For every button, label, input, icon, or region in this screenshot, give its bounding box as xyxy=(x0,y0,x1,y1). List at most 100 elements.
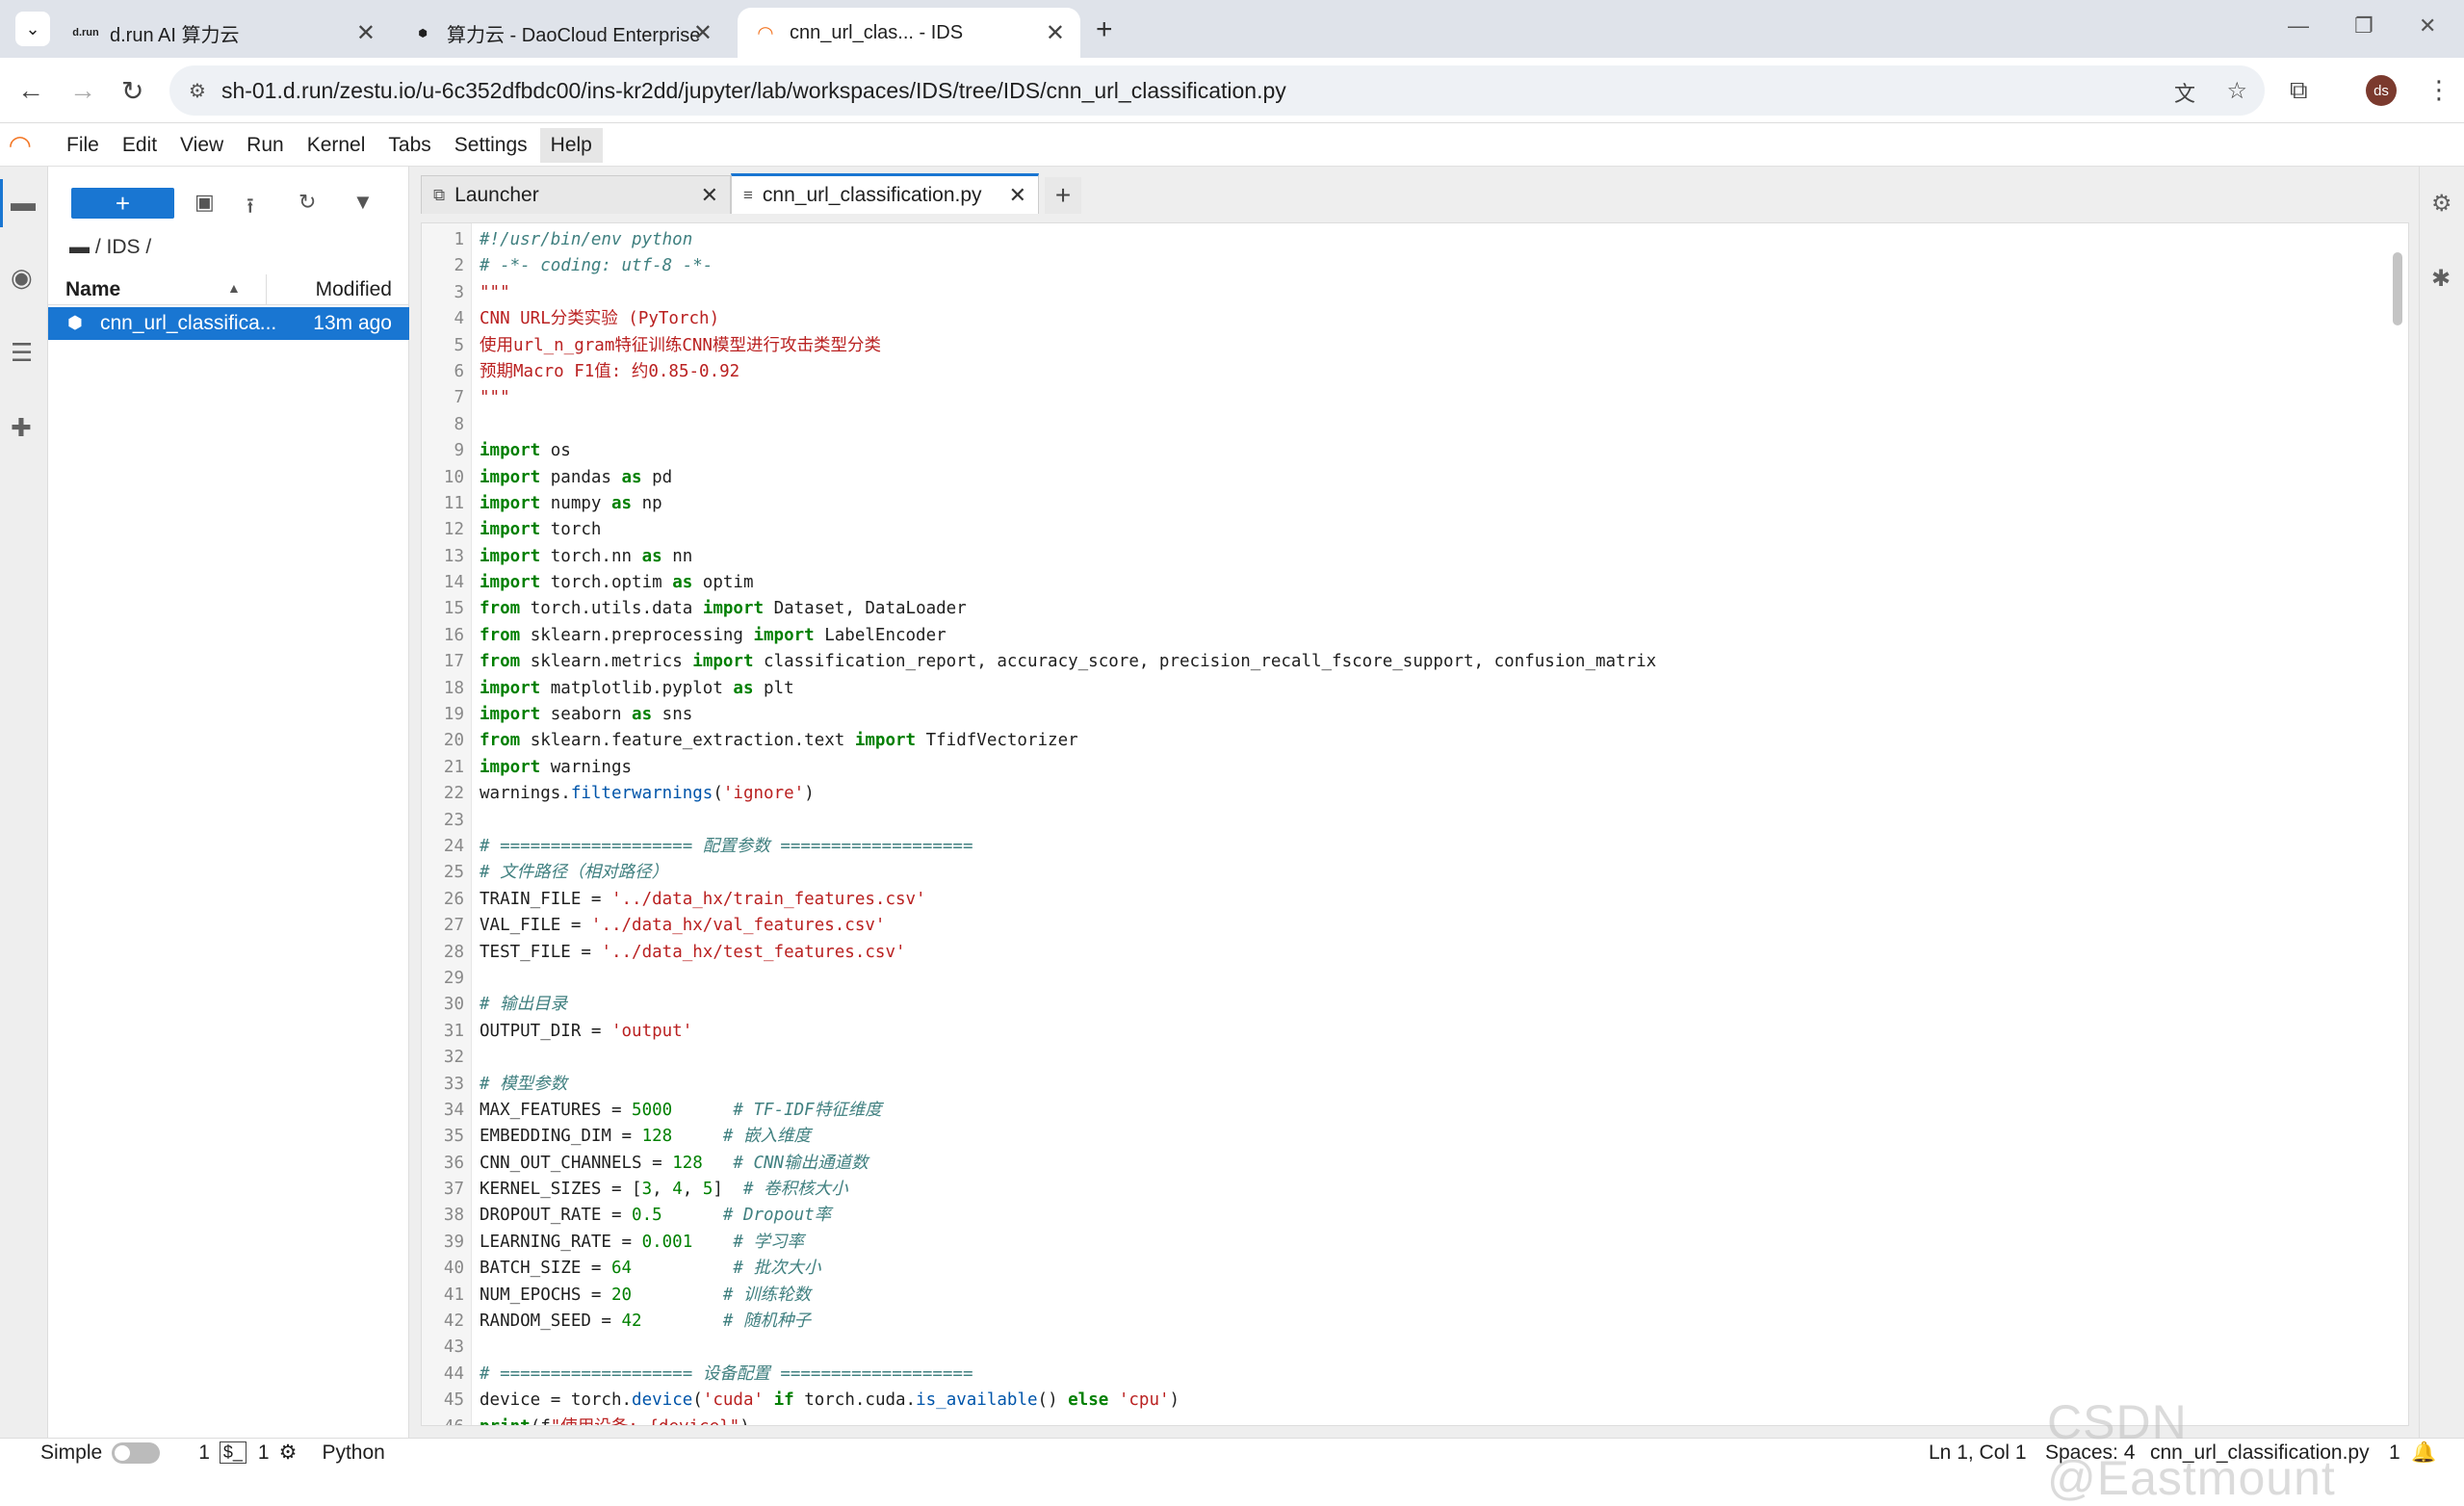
menu-help[interactable]: Help xyxy=(539,127,603,163)
extensions-icon[interactable]: ⧉ xyxy=(2290,75,2308,106)
restore-icon[interactable]: ❐ xyxy=(2354,13,2373,39)
kernel-count[interactable]: 1 xyxy=(258,1441,270,1465)
column-name[interactable]: Name xyxy=(65,278,120,301)
reload-icon[interactable]: ↻ xyxy=(121,75,143,107)
code-line[interactable]: 40 BATCH_SIZE = 64 # 批次大小 xyxy=(422,1256,2405,1282)
language-label[interactable]: Python xyxy=(322,1441,384,1465)
close-tab-icon[interactable]: ✕ xyxy=(701,183,718,208)
code-line[interactable]: 29 xyxy=(422,966,2405,992)
menu-run[interactable]: Run xyxy=(236,128,295,163)
browser-tab-daocloud[interactable]: ⬢ 算力云 - DaoCloud Enterprise ✕ xyxy=(395,8,728,58)
code-line[interactable]: 18 import matplotlib.pyplot as plt xyxy=(422,676,2405,702)
code-line[interactable]: 33 # 模型参数 xyxy=(422,1072,2405,1098)
code-line[interactable]: 10 import pandas as pd xyxy=(422,465,2405,491)
tab-search-button[interactable]: ⌄ xyxy=(15,12,50,46)
code-line[interactable]: 11 import numpy as np xyxy=(422,491,2405,517)
code-line[interactable]: 42 RANDOM_SEED = 42 # 随机种子 xyxy=(422,1309,2405,1335)
simple-mode-toggle[interactable] xyxy=(112,1441,161,1464)
bookmark-star-icon[interactable]: ☆ xyxy=(2226,77,2247,105)
code-line[interactable]: 43 xyxy=(422,1335,2405,1361)
minimize-icon[interactable]: — xyxy=(2288,13,2309,39)
cursor-position[interactable]: Ln 1, Col 1 xyxy=(1929,1441,2027,1465)
window-close-icon[interactable]: ✕ xyxy=(2419,13,2436,39)
add-tab-icon[interactable]: + xyxy=(1045,177,1081,214)
menu-edit[interactable]: Edit xyxy=(112,128,168,163)
code-line[interactable]: 16 from sklearn.preprocessing import Labe… xyxy=(422,623,2405,649)
translate-icon[interactable]: 文 xyxy=(2174,77,2195,108)
code-line[interactable]: 21 import warnings xyxy=(422,755,2405,781)
code-line[interactable]: 6 预期Macro F1值: 约0.85-0.92 xyxy=(422,359,2405,385)
browser-menu-icon[interactable]: ⋮ xyxy=(2426,75,2451,105)
toc-icon[interactable]: ☰ xyxy=(11,338,33,368)
code-editor[interactable]: 1 #!/usr/bin/env python 2 # -*- coding: utf… xyxy=(421,222,2409,1426)
close-tab-icon[interactable]: ✕ xyxy=(1046,19,1065,47)
code-line[interactable]: 41 NUM_EPOCHS = 20 # 训练轮数 xyxy=(422,1283,2405,1309)
omnibox[interactable]: ⚙ sh-01.d.run/zestu.io/u-6c352dfbdc00/in… xyxy=(169,65,2265,116)
menu-kernel[interactable]: Kernel xyxy=(297,128,376,163)
vertical-scrollbar[interactable] xyxy=(2391,233,2404,1417)
column-modified[interactable]: Modified xyxy=(316,278,392,301)
code-line[interactable]: 32 xyxy=(422,1045,2405,1071)
code-line[interactable]: 35 EMBEDDING_DIM = 128 # 嵌入维度 xyxy=(422,1124,2405,1150)
menu-tabs[interactable]: Tabs xyxy=(377,128,441,163)
code-line[interactable]: 9 import os xyxy=(422,438,2405,464)
tab-cnn-url-classification[interactable]: ≡ cnn_url_classification.py ✕ xyxy=(731,173,1039,214)
code-line[interactable]: 27 VAL_FILE = '../data_hx/val_features.cs… xyxy=(422,913,2405,939)
file-row[interactable]: ⬢ cnn_url_classifica... 13m ago xyxy=(48,307,409,340)
forward-icon[interactable]: → xyxy=(69,75,96,106)
code-line[interactable]: 7 """ xyxy=(422,385,2405,411)
code-line[interactable]: 14 import torch.optim as optim xyxy=(422,570,2405,596)
filter-icon[interactable]: ▼ xyxy=(352,190,374,215)
close-tab-icon[interactable]: ✕ xyxy=(1009,183,1026,208)
refresh-icon[interactable]: ↻ xyxy=(298,190,316,215)
code-line[interactable]: 34 MAX_FEATURES = 5000 # TF-IDF特征维度 xyxy=(422,1098,2405,1124)
new-tab-icon[interactable]: + xyxy=(1096,13,1113,46)
menu-view[interactable]: View xyxy=(169,128,234,163)
code-line[interactable]: 5 使用url_n_gram特征训练CNN模型进行攻击类型分类 xyxy=(422,333,2405,359)
running-icon[interactable]: ◉ xyxy=(11,263,33,293)
code-line[interactable]: 25 # 文件路径（相对路径） xyxy=(422,860,2405,886)
avatar[interactable]: ds xyxy=(2366,75,2397,106)
close-tab-icon[interactable]: ✕ xyxy=(693,19,713,47)
code-line[interactable]: 24 # =================== 配置参数 ===========… xyxy=(422,834,2405,860)
code-line[interactable]: 19 import seaborn as sns xyxy=(422,702,2405,728)
code-line[interactable]: 8 xyxy=(422,412,2405,438)
code-line[interactable]: 44 # =================== 设备配置 ===========… xyxy=(422,1362,2405,1388)
scrollbar-thumb[interactable] xyxy=(2393,252,2402,325)
folder-icon[interactable]: ▬ xyxy=(11,188,36,218)
code-line[interactable]: 36 CNN_OUT_CHANNELS = 128 # CNN输出通道数 xyxy=(422,1151,2405,1177)
breadcrumb[interactable]: ▬ / IDS / xyxy=(69,236,151,259)
menu-settings[interactable]: Settings xyxy=(444,128,538,163)
code-line[interactable]: 12 import torch xyxy=(422,517,2405,543)
code-line[interactable]: 3 """ xyxy=(422,280,2405,306)
code-line[interactable]: 17 from sklearn.metrics import classifica… xyxy=(422,649,2405,675)
code-line[interactable]: 13 import torch.nn as nn xyxy=(422,544,2405,570)
debugger-icon[interactable]: ✱ xyxy=(2431,265,2451,293)
code-line[interactable]: 20 from sklearn.feature_extraction.text i… xyxy=(422,728,2405,754)
code-line[interactable]: 28 TEST_FILE = '../data_hx/test_features.… xyxy=(422,940,2405,966)
upload-icon[interactable]: ⭱ xyxy=(246,190,254,226)
property-inspector-icon[interactable]: ⚙ xyxy=(2431,190,2452,218)
close-tab-icon[interactable]: ✕ xyxy=(356,19,376,47)
code-line[interactable]: 31 OUTPUT_DIR = 'output' xyxy=(422,1019,2405,1045)
tab-launcher[interactable]: ⧉ Launcher ✕ xyxy=(421,175,731,214)
code-line[interactable]: 23 xyxy=(422,808,2405,834)
code-lines[interactable]: 1 #!/usr/bin/env python 2 # -*- coding: utf… xyxy=(422,227,2405,1425)
code-line[interactable]: 38 DROPOUT_RATE = 0.5 # Dropout率 xyxy=(422,1203,2405,1229)
terminal-count[interactable]: 1 xyxy=(198,1441,210,1465)
new-folder-icon[interactable]: ▣ xyxy=(195,190,215,215)
browser-tab-jupyter[interactable]: ◠ cnn_url_clas... - IDS ✕ xyxy=(738,8,1080,58)
new-launcher-button[interactable]: + xyxy=(71,188,174,219)
code-line[interactable]: 4 CNN URL分类实验 (PyTorch) xyxy=(422,306,2405,332)
code-line[interactable]: 15 from torch.utils.data import Dataset, … xyxy=(422,596,2405,622)
extension-manager-icon[interactable]: ✚ xyxy=(11,413,32,443)
code-line[interactable]: 2 # -*- coding: utf-8 -*- xyxy=(422,253,2405,279)
code-line[interactable]: 37 KERNEL_SIZES = [3, 4, 5] # 卷积核大小 xyxy=(422,1177,2405,1203)
site-info-icon[interactable]: ⚙ xyxy=(189,79,206,103)
url-text[interactable]: sh-01.d.run/zestu.io/u-6c352dfbdc00/ins-… xyxy=(221,78,1286,104)
code-line[interactable]: 1 #!/usr/bin/env python xyxy=(422,227,2405,253)
back-icon[interactable]: ← xyxy=(17,75,44,106)
code-line[interactable]: 22 warnings.filterwarnings('ignore') xyxy=(422,781,2405,807)
code-line[interactable]: 30 # 输出目录 xyxy=(422,992,2405,1018)
browser-tab-drun[interactable]: d.run d.run AI 算力云 ✕ xyxy=(58,8,391,58)
